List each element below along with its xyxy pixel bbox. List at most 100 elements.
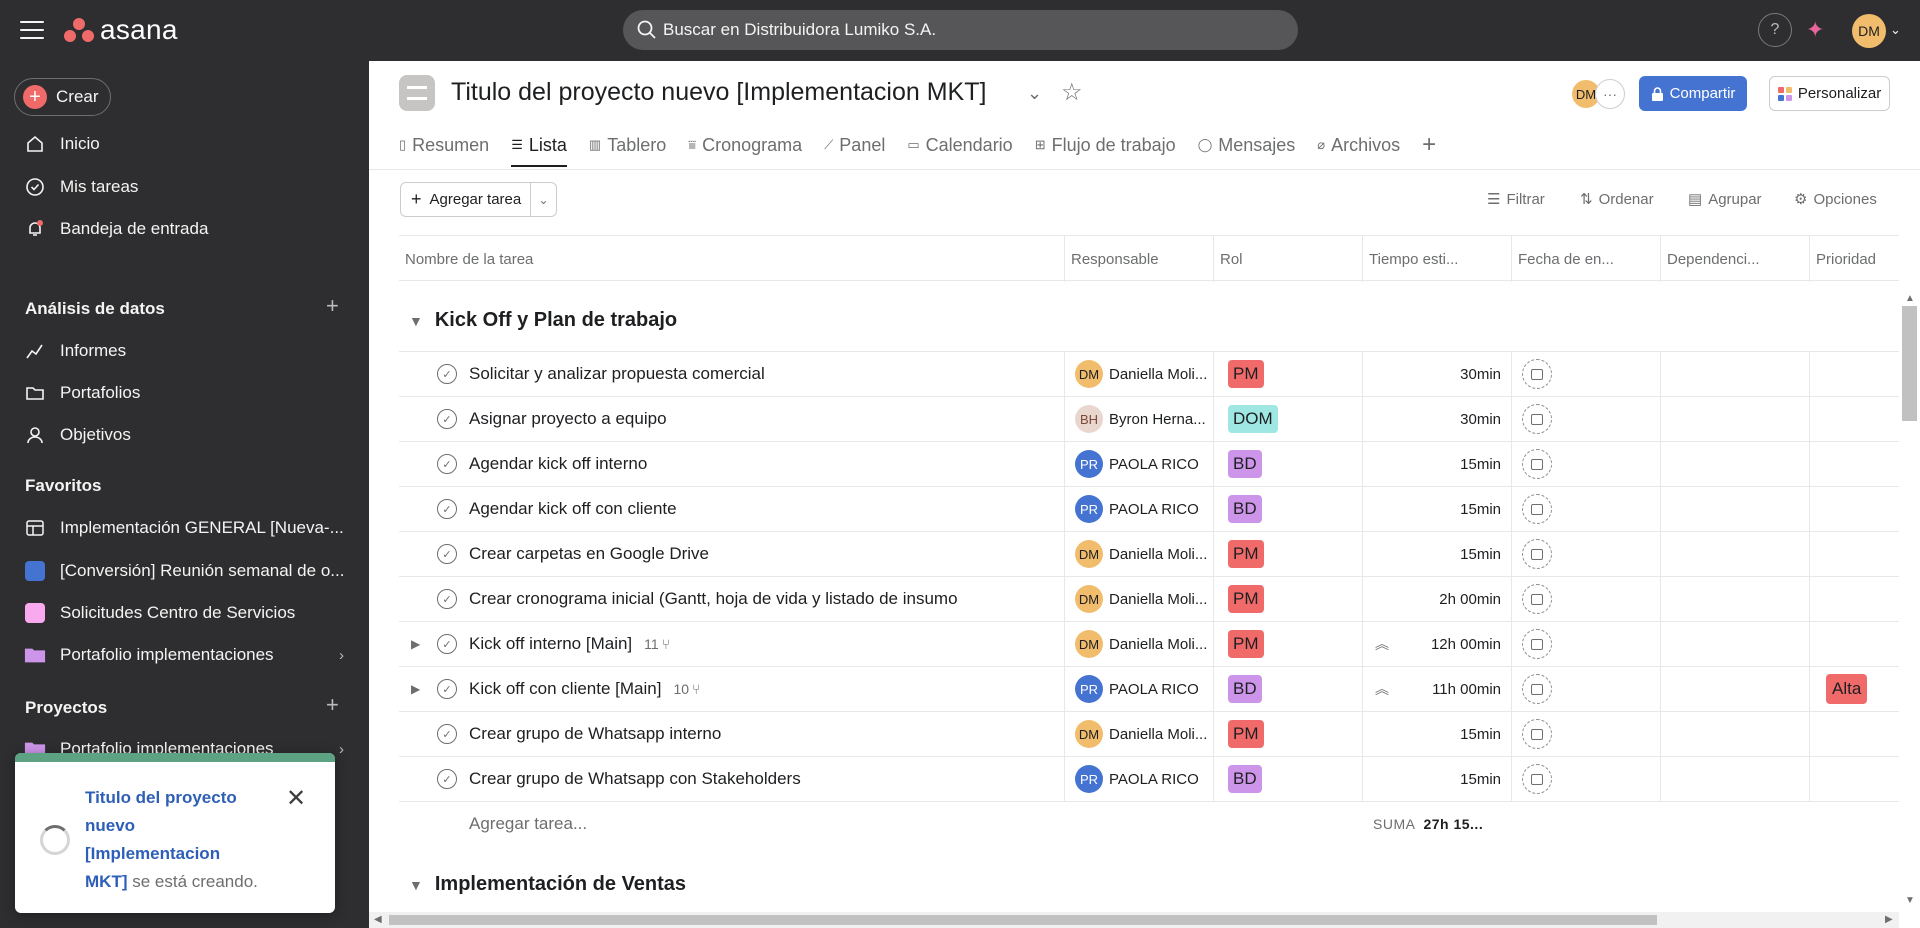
estimated-time-cell[interactable]: 30min xyxy=(1362,352,1511,396)
dependency-cell[interactable] xyxy=(1660,667,1809,711)
sort-button[interactable]: ⇅ Ordenar xyxy=(1580,190,1654,209)
tab-mensajes[interactable]: ◯ Mensajes xyxy=(1198,127,1296,163)
chevron-down-icon[interactable]: ⌄ xyxy=(1890,22,1901,38)
due-date-cell[interactable] xyxy=(1511,757,1660,801)
task-name[interactable]: Kick off interno [Main] xyxy=(469,634,632,654)
assignee-cell[interactable]: PR PAOLA RICO xyxy=(1064,487,1213,531)
due-date-cell[interactable] xyxy=(1511,667,1660,711)
role-cell[interactable]: PM xyxy=(1213,712,1362,756)
tab-cronograma[interactable]: ⩸ Cronograma xyxy=(688,127,802,163)
tab-panel[interactable]: ⟋ Panel xyxy=(824,127,885,163)
role-cell[interactable]: PM xyxy=(1213,532,1362,576)
sidebar-item-portfolios[interactable]: Portafolios xyxy=(24,379,354,407)
column-header[interactable]: Prioridad xyxy=(1809,236,1899,282)
chevron-down-icon[interactable]: ⌄ xyxy=(531,193,556,207)
favorite-item[interactable]: Implementación GENERAL [Nueva-... xyxy=(24,514,354,542)
due-date-cell[interactable] xyxy=(1511,352,1660,396)
subtask-count[interactable]: 10 ⑂ xyxy=(673,681,700,697)
vertical-scrollbar[interactable]: ▲ ▼ xyxy=(1899,291,1920,911)
search-bar[interactable]: Buscar en Distribuidora Lumiko S.A. xyxy=(623,10,1298,50)
chevron-right-icon[interactable]: › xyxy=(339,741,344,758)
section-title-analysis[interactable]: Análisis de datos xyxy=(25,299,165,319)
section-header[interactable]: ▼ Implementación de Ventas xyxy=(399,873,686,896)
task-name-cell[interactable]: ✓ Crear carpetas en Google Drive xyxy=(399,532,1064,576)
calendar-icon[interactable] xyxy=(1522,764,1552,794)
task-name[interactable]: Asignar proyecto a equipo xyxy=(469,409,667,429)
task-name-cell[interactable]: ▶ ✓ Kick off con cliente [Main] 10 ⑂ xyxy=(399,667,1064,711)
tab-lista[interactable]: ☰ Lista xyxy=(511,127,567,167)
share-button[interactable]: Compartir xyxy=(1639,76,1747,111)
complete-check-icon[interactable]: ✓ xyxy=(437,409,457,429)
collapse-triangle-icon[interactable]: ▼ xyxy=(409,877,423,893)
task-name-cell[interactable]: ▶ ✓ Kick off interno [Main] 11 ⑂ xyxy=(399,622,1064,666)
create-button[interactable]: + Crear xyxy=(14,78,111,116)
estimated-time-cell[interactable]: 15min xyxy=(1362,487,1511,531)
task-name-cell[interactable]: ✓ Crear cronograma inicial (Gantt, hoja d… xyxy=(399,577,1064,621)
dependency-cell[interactable] xyxy=(1660,622,1809,666)
estimated-time-cell[interactable]: 2h 00min xyxy=(1362,577,1511,621)
sidebar-item-my-tasks[interactable]: Mis tareas xyxy=(24,173,354,201)
complete-check-icon[interactable]: ✓ xyxy=(437,724,457,744)
table-row[interactable]: ✓ Solicitar y analizar propuesta comercia… xyxy=(399,351,1899,396)
priority-cell[interactable] xyxy=(1809,622,1899,666)
ai-sparkle-icon[interactable]: ✦ xyxy=(1806,17,1824,43)
calendar-icon[interactable] xyxy=(1522,719,1552,749)
column-header[interactable]: Nombre de la tarea xyxy=(399,236,1064,282)
section-title-projects[interactable]: Proyectos xyxy=(25,698,107,718)
chevron-down-icon[interactable]: ⌄ xyxy=(1027,83,1042,104)
role-cell[interactable]: BD xyxy=(1213,667,1362,711)
task-name-cell[interactable]: ✓ Asignar proyecto a equipo xyxy=(399,397,1064,441)
sidebar-item-goals[interactable]: Objetivos xyxy=(24,421,354,449)
priority-cell[interactable]: Alta xyxy=(1809,667,1899,711)
complete-check-icon[interactable]: ✓ xyxy=(437,364,457,384)
calendar-icon[interactable] xyxy=(1522,449,1552,479)
calendar-icon[interactable] xyxy=(1522,539,1552,569)
table-row[interactable]: ✓ Agendar kick off interno PR PAOLA RICO BD 1… xyxy=(399,441,1899,486)
menu-icon[interactable] xyxy=(20,19,44,41)
collapse-triangle-icon[interactable]: ▼ xyxy=(409,313,423,329)
priority-cell[interactable] xyxy=(1809,487,1899,531)
task-name[interactable]: Agendar kick off interno xyxy=(469,454,647,474)
assignee-cell[interactable]: PR PAOLA RICO xyxy=(1064,667,1213,711)
project-icon[interactable] xyxy=(399,75,435,111)
role-cell[interactable]: PM xyxy=(1213,622,1362,666)
tab-archivos[interactable]: ⌀ Archivos xyxy=(1317,127,1400,163)
due-date-cell[interactable] xyxy=(1511,622,1660,666)
add-task-inline[interactable]: Agregar tarea... xyxy=(469,814,587,834)
task-name-cell[interactable]: ✓ Solicitar y analizar propuesta comercia… xyxy=(399,352,1064,396)
column-header[interactable]: Fecha de en... xyxy=(1511,236,1660,282)
estimated-time-cell[interactable]: 15min xyxy=(1362,712,1511,756)
estimated-time-cell[interactable]: 15min xyxy=(1362,757,1511,801)
options-button[interactable]: ⚙ Opciones xyxy=(1794,190,1877,209)
sidebar-item-inbox[interactable]: Bandeja de entrada xyxy=(24,215,354,243)
column-header[interactable]: Dependenci... xyxy=(1660,236,1809,282)
table-row[interactable]: ✓ Agendar kick off con cliente PR PAOLA RIC… xyxy=(399,486,1899,531)
task-name-cell[interactable]: ✓ Agendar kick off interno xyxy=(399,442,1064,486)
task-name[interactable]: Crear grupo de Whatsapp con Stakeholders xyxy=(469,769,801,789)
calendar-icon[interactable] xyxy=(1522,674,1552,704)
add-analysis-icon[interactable]: + xyxy=(326,293,339,319)
sidebar-item-home[interactable]: Inicio xyxy=(24,130,354,158)
role-cell[interactable]: PM xyxy=(1213,352,1362,396)
expand-triangle-icon[interactable]: ▶ xyxy=(411,637,420,651)
due-date-cell[interactable] xyxy=(1511,532,1660,576)
table-row[interactable]: ✓ Crear carpetas en Google Drive DM Daniell… xyxy=(399,531,1899,576)
due-date-cell[interactable] xyxy=(1511,577,1660,621)
column-header[interactable]: Rol xyxy=(1213,236,1362,282)
task-name-cell[interactable]: ✓ Crear grupo de Whatsapp interno xyxy=(399,712,1064,756)
star-icon[interactable]: ☆ xyxy=(1061,78,1083,107)
task-name-cell[interactable]: ✓ Crear grupo de Whatsapp con Stakeholder… xyxy=(399,757,1064,801)
assignee-cell[interactable]: DM Daniella Moli... xyxy=(1064,577,1213,621)
role-cell[interactable]: PM xyxy=(1213,577,1362,621)
dependency-cell[interactable] xyxy=(1660,487,1809,531)
add-project-icon[interactable]: + xyxy=(326,692,339,718)
priority-cell[interactable] xyxy=(1809,397,1899,441)
dependency-cell[interactable] xyxy=(1660,757,1809,801)
asana-logo[interactable]: asana xyxy=(64,14,178,46)
page-title[interactable]: Titulo del proyecto nuevo [Implementacio… xyxy=(451,78,986,107)
dependency-cell[interactable] xyxy=(1660,532,1809,576)
sidebar-item-reports[interactable]: Informes xyxy=(24,337,354,365)
calendar-icon[interactable] xyxy=(1522,629,1552,659)
dependency-cell[interactable] xyxy=(1660,577,1809,621)
more-members-button[interactable]: ··· xyxy=(1595,79,1625,109)
